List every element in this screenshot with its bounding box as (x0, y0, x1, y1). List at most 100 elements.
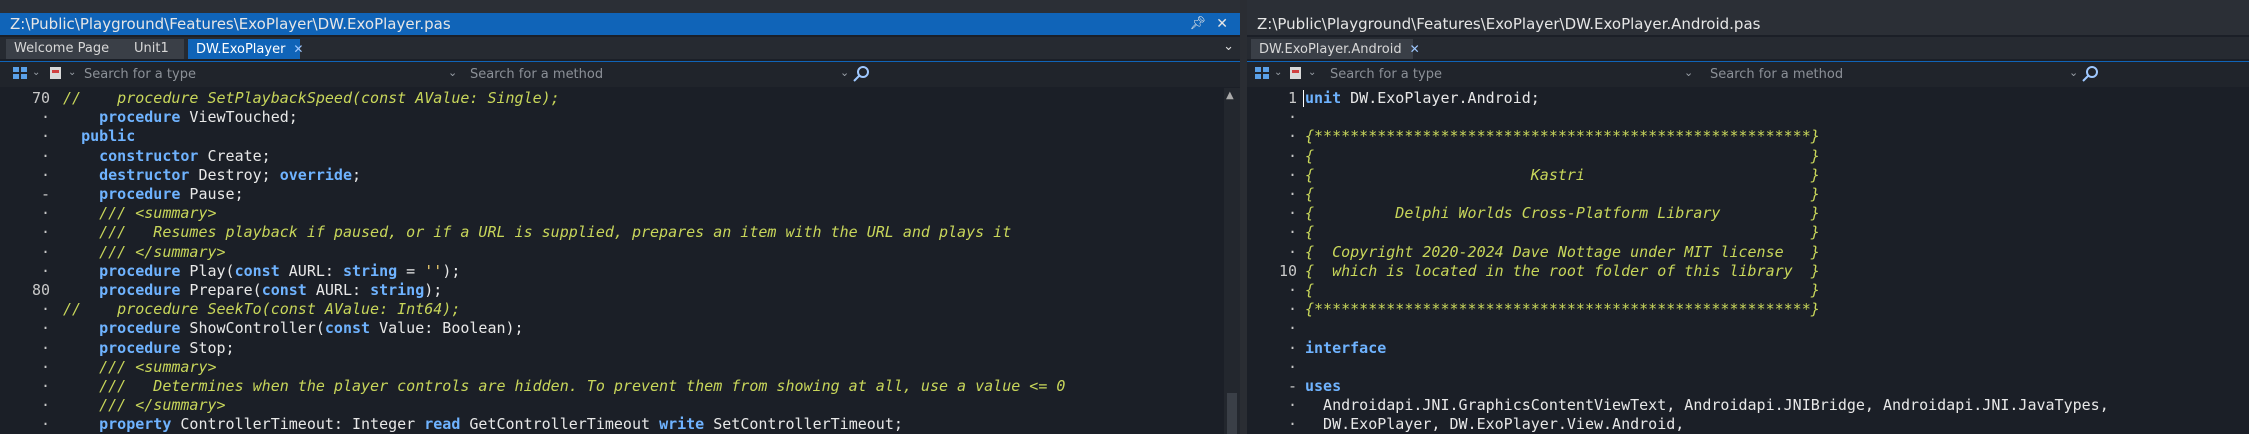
tab-close-icon[interactable]: ✕ (293, 42, 303, 56)
chevron-down-icon[interactable]: ⌄ (1274, 67, 1282, 78)
code-line[interactable]: · constructor Create; (0, 147, 1240, 166)
code-token: Androidapi.JNI.GraphicsContentViewText, … (1305, 396, 2109, 415)
code-token: procedure (99, 338, 181, 357)
code-line[interactable]: · (1247, 319, 2249, 338)
code-line[interactable]: · (1247, 358, 2249, 377)
code-line[interactable]: · procedure ShowController(const Value: … (0, 319, 1240, 338)
code-line[interactable]: · procedure Play(const AURL: string = ''… (0, 262, 1240, 281)
code-text: uses (1305, 377, 1341, 396)
top-strip (1247, 0, 2249, 13)
vertical-scrollbar[interactable]: ▲ (1224, 88, 1240, 434)
code-text: { } (1305, 281, 1820, 300)
code-line[interactable]: · public (0, 127, 1240, 146)
search-type-input[interactable]: Search for a type (1330, 66, 1660, 83)
code-text: { Kastri } (1305, 166, 1820, 185)
code-line[interactable]: · { Copyright 2020-2024 Dave Nottage unde… (1247, 243, 2249, 262)
code-line[interactable]: · procedure Stop; (0, 339, 1240, 358)
code-line[interactable]: · { } (1247, 223, 2249, 242)
tab-welcome-page[interactable]: Welcome Page (6, 39, 136, 59)
code-line[interactable]: · procedure ViewTouched; (0, 108, 1240, 127)
line-number: - (40, 185, 50, 203)
code-line[interactable]: 80 procedure Prepare(const AURL: string)… (0, 281, 1240, 300)
code-line[interactable]: · property ControllerTimeout: Integer re… (0, 415, 1240, 434)
code-line[interactable]: - uses (1247, 377, 2249, 396)
scrollbar-thumb[interactable] (1227, 393, 1237, 434)
chevron-down-icon[interactable]: ⌄ (2069, 66, 2078, 79)
tab-close-icon[interactable]: ✕ (1410, 42, 1420, 56)
code-line[interactable]: 10 { which is located in the root folder … (1247, 262, 2249, 281)
chevron-down-icon[interactable]: ⌄ (1223, 39, 1234, 54)
code-token: { } (1305, 185, 1820, 203)
scroll-up-icon[interactable]: ▲ (1226, 90, 1234, 101)
code-token: public (81, 127, 136, 146)
code-line[interactable]: · { } (1247, 185, 2249, 204)
pin-icon[interactable]: 📌︎ (1189, 13, 1206, 35)
chevron-down-icon[interactable]: ⌄ (840, 66, 849, 79)
code-line[interactable]: · (1247, 108, 2249, 127)
code-line[interactable]: · destructor Destroy; override; (0, 166, 1240, 185)
code-line[interactable]: · { Delphi Worlds Cross-Platform Library … (1247, 204, 2249, 223)
code-text: {***************************************… (1305, 300, 1820, 319)
tab-dw-exoplayer-android[interactable]: DW.ExoPlayer.Android ✕ (1251, 39, 1420, 59)
code-text: { } (1305, 185, 1820, 204)
chevron-down-icon[interactable]: ⌄ (68, 67, 76, 78)
code-line[interactable]: · {**************************************… (1247, 127, 2249, 146)
code-token: // procedure SeekTo(const AValue: Int64)… (63, 300, 461, 319)
code-line[interactable]: · interface (1247, 339, 2249, 358)
left-code-editor[interactable]: 70 // procedure SetPlaybackSpeed(const AV… (0, 88, 1240, 434)
code-line[interactable]: 1 unit DW.ExoPlayer.Android; (1247, 89, 2249, 108)
code-token: string (342, 261, 398, 280)
search-method-input[interactable]: Search for a method (1710, 66, 2040, 83)
search-icon[interactable] (853, 65, 870, 82)
unit-file-icon[interactable] (49, 67, 63, 79)
search-method-input[interactable]: Search for a method (470, 66, 840, 83)
code-line[interactable]: · /// <summary> (0, 358, 1240, 377)
code-line[interactable]: 70 // procedure SetPlaybackSpeed(const AV… (0, 89, 1240, 108)
code-token: { Kastri } (1305, 165, 1820, 184)
code-line[interactable]: · { } (1247, 281, 2249, 300)
code-line[interactable]: · Androidapi.JNI.GraphicsContentViewText… (1247, 396, 2249, 415)
chevron-down-icon[interactable]: ⌄ (448, 66, 457, 79)
line-number: · (40, 223, 50, 242)
tab-unit1[interactable]: Unit1 (126, 39, 184, 59)
code-token: DW.ExoPlayer.Android; (1341, 89, 1540, 107)
code-line[interactable]: - procedure Pause; (0, 185, 1240, 204)
unit-file-icon[interactable] (1289, 67, 1303, 79)
code-line[interactable]: · { Kastri } (1247, 166, 2249, 185)
tab-dw-exoplayer[interactable]: DW.ExoPlayer ✕ (188, 39, 303, 59)
code-line[interactable]: · /// Determines when the player control… (0, 377, 1240, 396)
code-line[interactable]: · /// </summary> (0, 243, 1240, 262)
code-line[interactable]: · /// </summary> (0, 396, 1240, 415)
line-number: · (1287, 300, 1297, 319)
class-view-icon[interactable] (1255, 67, 1269, 79)
line-number: · (40, 165, 50, 184)
code-text: { } (1305, 223, 1820, 242)
code-line[interactable]: · /// <summary> (0, 204, 1240, 223)
class-view-icon[interactable] (13, 67, 27, 79)
tab-label: Welcome Page (14, 41, 110, 56)
code-line[interactable]: · { } (1247, 147, 2249, 166)
chevron-down-icon[interactable]: ⌄ (32, 67, 40, 78)
code-line[interactable]: · // procedure SeekTo(const AValue: Int64… (0, 300, 1240, 319)
search-type-input[interactable]: Search for a type (84, 66, 454, 83)
code-line[interactable]: · /// Resumes playback if paused, or if … (0, 223, 1240, 242)
chevron-down-icon[interactable]: ⌄ (1684, 66, 1693, 79)
code-text: /// Determines when the player controls … (63, 377, 1065, 396)
close-icon[interactable]: ✕ (1216, 13, 1228, 35)
code-line[interactable]: · DW.ExoPlayer, DW.ExoPlayer.View.Androi… (1247, 415, 2249, 434)
code-text: procedure ViewTouched; (63, 108, 298, 127)
code-line[interactable]: · {**************************************… (1247, 300, 2249, 319)
code-token: Prepare( (180, 281, 262, 299)
code-token: { } (1305, 281, 1820, 299)
pane-splitter[interactable] (1240, 0, 1247, 434)
search-icon[interactable] (2082, 65, 2099, 82)
right-editor-titlebar: Z:\Public\Playground\Features\ExoPlayer\… (1247, 13, 2249, 35)
chevron-down-icon[interactable]: ⌄ (1308, 67, 1316, 78)
code-text: procedure Prepare(const AURL: string); (63, 281, 442, 300)
right-code-editor[interactable]: 1 unit DW.ExoPlayer.Android; · · {**********… (1247, 88, 2249, 434)
code-token: AURL: (279, 261, 343, 280)
